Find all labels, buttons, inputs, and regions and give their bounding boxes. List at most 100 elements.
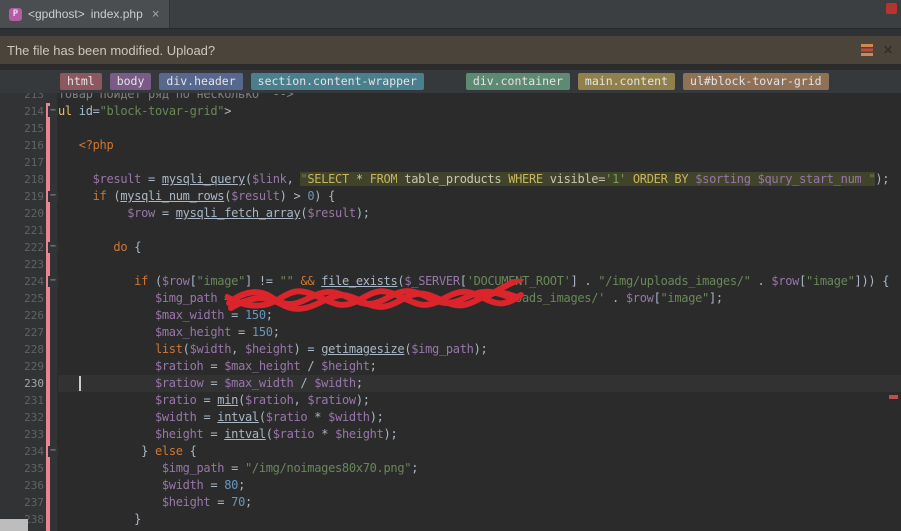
notification-close-icon[interactable]: ✕ [883,43,893,57]
code-line-223[interactable] [58,256,901,273]
token: 70 [231,495,245,509]
line-number-222: 222 [24,241,44,254]
token: $ratio [272,427,315,441]
code-line-229[interactable]: $ratioh = $max_height / $height; [58,358,901,375]
line-number-225: 225 [24,292,44,305]
token: ( [258,410,266,424]
file-modified-notification: The file has been modified. Upload? ✕ [0,36,901,64]
code-line-213[interactable]: товар пойдет ряд по несколько --> [58,93,901,103]
token: = [224,308,245,322]
code-line-234[interactable]: } else { [58,443,901,460]
token: id [78,104,93,118]
token: ) = [293,342,322,356]
token: 150 [251,325,273,339]
token: ( [265,427,273,441]
token: $qury_start_num [757,172,862,186]
token: товар пойдет ряд по несколько --> [58,93,294,101]
token: table_products [397,172,509,186]
code-line-238[interactable]: } [58,511,901,528]
separator-band [0,29,901,36]
token: $height [321,359,370,373]
code-line-232[interactable]: $width = intval($ratio * $width); [58,409,901,426]
line-number-226: 226 [24,309,44,322]
breadcrumb-div-header[interactable]: div.header [159,73,243,90]
token: $result [307,206,356,220]
token: ; [411,461,419,475]
horizontal-scrollbar-thumb[interactable] [0,519,28,531]
token: / [293,376,315,390]
token: mysqli_fetch_array [175,206,301,220]
line-number-235: 235 [24,462,44,475]
code-line-230[interactable]: $ratiow = $max_width / $width; [58,375,901,392]
code-line-220[interactable]: $row = mysqli_fetch_array($result); [58,205,901,222]
token: $max_height [154,325,232,339]
breadcrumb-body[interactable]: body [109,73,152,90]
token: $ratiow [154,376,204,390]
code-line-217[interactable] [58,154,901,171]
code-line-216[interactable]: <?php [58,137,901,154]
fold-marker-line-214[interactable]: − [48,106,58,117]
token: $_SERVER [404,274,460,288]
token: if [134,274,149,288]
line-number-231: 231 [24,394,44,407]
breadcrumb-main-content[interactable]: main.content [577,73,676,90]
token: = [203,359,225,373]
code-line-226[interactable]: $max_width = 150; [58,307,901,324]
fold-marker-line-224[interactable]: − [48,276,58,287]
fold-marker-line-222[interactable]: − [48,242,58,253]
code-line-237[interactable]: $height = 70; [58,494,901,511]
token: = [203,478,225,492]
code-line-218[interactable]: $result = mysqli_query($link, "SELECT * … [58,171,901,188]
token: $row [127,206,155,220]
code-line-225[interactable]: $img_path = ' loads_images/' . $row["ima… [58,290,901,307]
tab-index-php[interactable]: P <gpdhost> index.php × [0,0,170,28]
breadcrumb-ul-block-tovar-grid[interactable]: ul#block-tovar-grid [683,73,829,90]
token: = [210,495,232,509]
code-line-219[interactable]: if (mysqli_num_rows($result) > 0) { [58,188,901,205]
upload-sync-icon[interactable] [860,44,873,56]
code-line-233[interactable]: $height = intval($ratio * $height); [58,426,901,443]
token: FROM [369,172,398,186]
token: $img_path [161,461,225,475]
token: $img_path [154,291,218,305]
code-line-215[interactable] [58,120,901,137]
code-line-236[interactable]: $width = 80; [58,477,901,494]
error-indicator-square [886,3,897,14]
code-line-221[interactable] [58,222,901,239]
code-line-228[interactable]: list($width, $height) = getimagesize($im… [58,341,901,358]
error-stripe-mark[interactable] [889,395,898,399]
token: ' [238,291,509,305]
breadcrumb-section-content-wrapper[interactable]: section.content-wrapper [250,73,424,90]
token: ])) { [854,274,890,288]
tab-close-icon[interactable]: × [152,8,160,21]
token: , [293,393,308,407]
token: . [750,274,772,288]
vcs-changed-lines-stripe [46,103,50,531]
token: "image" [806,274,855,288]
token: $row [625,291,654,305]
token: ); [355,206,370,220]
code-line-235[interactable]: $img_path = "/img/noimages80x70.png"; [58,460,901,477]
token: $width [314,376,356,390]
code-editor[interactable]: 213 214 215 216 217 218 219 220 221 222 223 224 225 2… [0,93,901,531]
breadcrumb-html[interactable]: html [60,73,102,90]
fold-marker-line-219[interactable]: − [48,191,58,202]
code-line-224[interactable]: if ($row["image"] != "" && file_exists($… [58,273,901,290]
code-line-231[interactable]: $ratio = min($ratioh, $ratiow); [58,392,901,409]
token: } [134,512,142,526]
php-file-icon: P [9,7,22,21]
token: ( [245,172,252,186]
line-number-223: 223 [24,258,44,271]
code-line-227[interactable]: $max_height = 150; [58,324,901,341]
code-line-214[interactable]: ul id="block-tovar-grid"> [58,103,901,120]
line-number-234: 234 [24,445,44,458]
breadcrumb-div-container[interactable]: div.container [465,73,570,90]
token: min [217,393,239,407]
token: ] != [245,274,280,288]
token: ]; [708,291,723,305]
line-number-213: 213 [24,93,44,101]
fold-marker-line-234[interactable]: − [48,446,58,457]
line-number-227: 227 [24,326,44,339]
code-line-222[interactable]: do { [58,239,901,256]
gutter-numbers: 213 214 215 216 217 218 219 220 221 222 223 224 225 2… [0,93,44,528]
